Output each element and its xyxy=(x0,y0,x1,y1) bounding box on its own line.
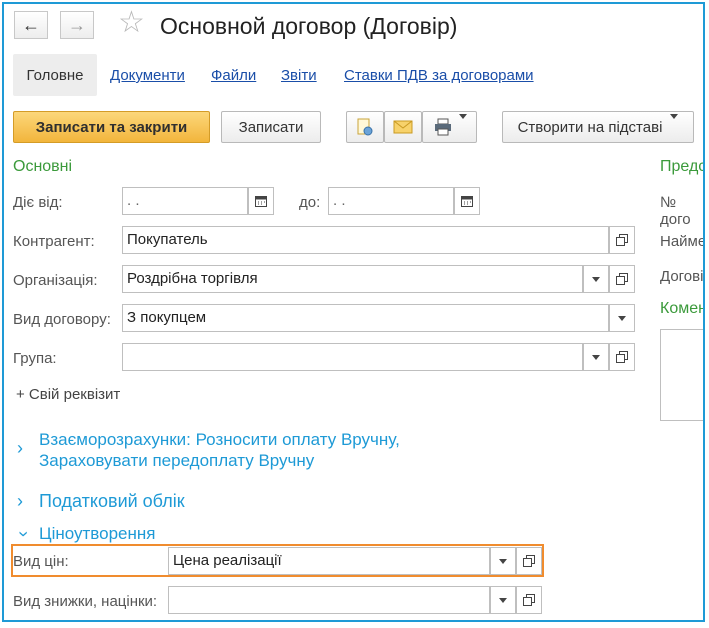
print-button[interactable] xyxy=(422,111,477,143)
settlements-group-line2[interactable]: Зараховувати передоплату Вручну xyxy=(39,451,314,471)
valid-to-label: до: xyxy=(299,194,321,211)
contract-label: Догові xyxy=(660,268,704,285)
arrow-left-icon: ← xyxy=(22,14,40,35)
calendar-icon xyxy=(255,196,267,207)
discount-type-dropdown-button[interactable] xyxy=(490,586,516,614)
open-counterparty-button[interactable] xyxy=(609,226,635,254)
group-dropdown-button[interactable] xyxy=(583,343,609,371)
discount-type-label: Вид знижки, націнки: xyxy=(13,593,158,610)
open-window-icon xyxy=(523,555,535,567)
comment-textarea[interactable] xyxy=(660,329,703,421)
save-and-close-button[interactable]: Записати та закрити xyxy=(13,111,210,143)
group-label: Група: xyxy=(13,350,57,367)
tab-vat-rates[interactable]: Ставки ПДВ за договорами xyxy=(344,67,534,84)
chevron-down-icon xyxy=(670,119,678,136)
pricing-group[interactable]: Ціноутворення xyxy=(39,524,155,544)
back-button[interactable]: ← xyxy=(14,11,48,39)
contract-type-label: Вид договору: xyxy=(13,311,111,328)
section-main-title: Основні xyxy=(13,158,73,175)
open-window-icon xyxy=(616,273,628,285)
email-button[interactable] xyxy=(384,111,422,143)
tab-reports[interactable]: Звіти xyxy=(281,67,317,84)
organization-field[interactable]: Роздрібна торгівля xyxy=(122,265,583,293)
organization-label: Організація: xyxy=(13,272,98,289)
settlements-group-line1[interactable]: Взаєморозрахунки: Розносити оплату Вручн… xyxy=(39,430,400,450)
price-type-field[interactable]: Цена реалізації xyxy=(168,547,490,575)
discount-type-field[interactable] xyxy=(168,586,490,614)
printer-icon xyxy=(434,118,451,136)
save-button[interactable]: Записати xyxy=(221,111,321,143)
price-type-label: Вид цін: xyxy=(13,553,69,570)
tax-accounting-group[interactable]: Податковий облік xyxy=(39,491,185,512)
forward-button[interactable]: → xyxy=(60,11,94,39)
chevron-down-icon[interactable]: › xyxy=(13,531,34,537)
calendar-button[interactable] xyxy=(454,187,480,215)
tab-files[interactable]: Файли xyxy=(211,67,256,84)
arrow-right-icon: → xyxy=(68,14,86,35)
valid-from-field[interactable]: . . xyxy=(122,187,248,215)
price-type-dropdown-button[interactable] xyxy=(490,547,516,575)
group-field[interactable] xyxy=(122,343,583,371)
favorite-star-icon[interactable]: ☆ xyxy=(118,8,145,38)
counterparty-label: Контрагент: xyxy=(13,233,95,250)
counterparty-field[interactable]: Покупатель xyxy=(122,226,609,254)
add-own-attribute-link[interactable]: + Свій реквізит xyxy=(16,386,120,403)
create-based-on-button[interactable]: Створити на підставі xyxy=(502,111,694,143)
valid-to-field[interactable]: . . xyxy=(328,187,454,215)
section-right-title: Предс xyxy=(660,158,705,175)
open-window-icon xyxy=(523,594,535,606)
structure-button[interactable] xyxy=(346,111,384,143)
tab-documents[interactable]: Документи xyxy=(110,67,185,84)
chevron-right-icon[interactable]: › xyxy=(17,438,23,459)
open-window-icon xyxy=(616,351,628,363)
document-structure-icon xyxy=(357,118,373,136)
organization-dropdown-button[interactable] xyxy=(583,265,609,293)
valid-from-label: Діє від: xyxy=(13,194,63,211)
open-group-button[interactable] xyxy=(609,343,635,371)
calendar-icon xyxy=(461,196,473,207)
envelope-icon xyxy=(393,120,413,134)
comment-title: Комен xyxy=(660,300,705,317)
chevron-right-icon[interactable]: › xyxy=(17,491,23,512)
document-window: ← → ☆ Основной договор (Договір) Головне… xyxy=(2,2,705,622)
contract-name-label: Наймен xyxy=(660,233,703,250)
page-title: Основной договор (Договір) xyxy=(160,13,458,39)
tab-main[interactable]: Головне xyxy=(13,54,97,96)
contract-type-field[interactable]: З покупцем xyxy=(122,304,609,332)
calendar-button[interactable] xyxy=(248,187,274,215)
open-discount-type-button[interactable] xyxy=(516,586,542,614)
contract-type-dropdown-button[interactable] xyxy=(609,304,635,332)
open-price-type-button[interactable] xyxy=(516,547,542,575)
open-organization-button[interactable] xyxy=(609,265,635,293)
contract-number-label: № дого xyxy=(660,194,691,228)
create-based-on-label: Створити на підставі xyxy=(517,118,663,136)
chevron-down-icon xyxy=(459,119,467,136)
open-window-icon xyxy=(616,234,628,246)
